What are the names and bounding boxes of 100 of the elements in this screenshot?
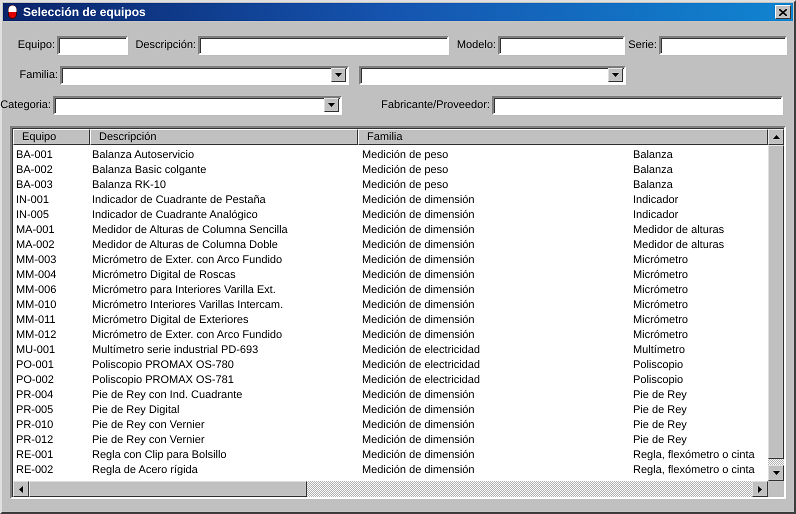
table-cell: Pie de Rey con Ind. Cuadrante [92,388,242,400]
table-cell: IN-001 [16,194,50,206]
dropdown-field[interactable] [53,96,342,114]
field-label: Descripción: [135,39,196,51]
table-cell: Poliscopio PROMAX OS-780 [92,358,234,370]
column-header[interactable]: Familia [358,129,768,145]
table-cell: Medición de dimensión [362,254,475,266]
table-cell: Micrómetro [633,268,688,280]
field-label: Familia: [19,69,58,81]
input-field[interactable] [492,96,783,114]
table-cell: Medición de dimensión [362,194,475,206]
table-cell: Regla de Acero rígida [92,464,198,476]
table-cell: MU-001 [16,344,56,356]
table-cell: MM-006 [16,284,56,296]
table-cell: Micrómetro para Interiores Varilla Ext. [92,284,276,296]
scrollbar-corner [768,481,784,497]
table-cell: Medidor de Alturas de Columna Sencilla [92,224,288,236]
table-cell: PO-001 [16,358,54,370]
table-cell: Regla, flexómetro o cinta [633,464,755,476]
table-cell: Medición de dimensión [362,314,475,326]
table-cell: Micrómetro de Exter. con Arco Fundido [92,328,282,340]
table-cell: Pie de Rey con Vernier [92,418,205,430]
table-cell: PR-005 [16,404,54,416]
table-cell: Medición de dimensión [362,464,475,476]
table-cell: Medición de dimensión [362,208,475,220]
field-label: Categoria: [0,99,51,111]
table-cell: Medición de electricidad [362,358,480,370]
table-cell: Medidor de alturas [633,238,724,250]
table-cell: Pie de Rey [633,388,687,400]
table-cell: Multímetro [633,344,685,356]
table-cell: Micrómetro [633,298,688,310]
table-cell: PO-002 [16,374,54,386]
scroll-thumb[interactable] [29,481,307,497]
input-field[interactable] [659,36,787,54]
table-cell: MM-003 [16,254,56,266]
table-cell: MM-012 [16,328,56,340]
table-cell: Medición de dimensión [362,328,475,340]
column-header[interactable]: Equipo [13,129,90,145]
table-cell: MM-010 [16,298,56,310]
table-cell: Medidor de alturas [633,224,724,236]
table-cell: Poliscopio [633,358,684,370]
table-cell: Balanza [633,178,673,190]
left-arrow-icon[interactable] [19,486,23,492]
input-field[interactable] [498,36,625,54]
horizontal-scrollbar[interactable] [12,481,768,497]
table-cell: IN-005 [16,208,50,220]
table-cell: Micrómetro [633,328,688,340]
table-cell: Multímetro serie industrial PD-693 [92,344,258,356]
window-title: Selección de equipos [23,5,147,19]
table-cell: BA-001 [16,148,53,160]
table-cell: Medición de dimensión [362,418,475,430]
table-cell: Medición de dimensión [362,448,475,460]
down-arrow-icon[interactable] [772,471,780,475]
table-cell: Pie de Rey [633,418,687,430]
table-cell: Medición de dimensión [362,268,475,280]
table-cell: Medición de dimensión [362,284,475,296]
table-cell: BA-002 [16,164,53,176]
table-cell: Micrómetro Interiores Varillas Intercam. [92,298,284,310]
field-label: Fabricante/Proveedor: [381,99,490,111]
table-cell: Balanza RK-10 [92,178,166,190]
table-cell: Medición de peso [362,148,448,160]
table-cell: MM-011 [16,314,56,326]
field-label: Equipo: [18,39,55,51]
table-cell: Balanza [633,148,673,160]
capsule-icon [8,5,17,19]
table-cell: RE-002 [16,464,54,476]
table-cell: Medición de dimensión [362,298,475,310]
table-cell: Micrómetro [633,254,688,266]
input-field[interactable] [198,36,449,54]
table-cell: Poliscopio [633,374,684,386]
table-cell: Medición de peso [362,164,448,176]
table-cell: Regla con Clip para Bolsillo [92,448,227,460]
table-cell: Medición de dimensión [362,434,475,446]
table-cell: Medición de dimensión [362,238,475,250]
table-cell: Micrómetro Digital de Roscas [92,268,236,280]
right-arrow-icon[interactable] [758,486,762,492]
table-cell: Pie de Rey con Vernier [92,434,205,446]
column-header[interactable]: Descripción [90,129,358,145]
table-cell: Micrómetro [633,284,688,296]
table-cell: Medición de electricidad [362,374,480,386]
table-cell: RE-001 [16,448,54,460]
table-cell: Micrómetro [633,314,688,326]
table-cell: PR-010 [16,418,54,430]
dropdown-field[interactable] [359,66,626,84]
dropdown-field[interactable] [60,66,349,84]
close-icon [779,8,787,16]
close-button[interactable] [775,5,791,19]
input-field[interactable] [57,36,128,54]
table-cell: Balanza Basic colgante [92,164,206,176]
table-cell: Indicador [633,194,678,206]
table-cell: Medición de dimensión [362,224,475,236]
table-cell: MA-001 [16,224,55,236]
scroll-track[interactable] [768,459,784,465]
table-cell: Indicador de Cuadrante de Pestaña [92,194,266,206]
table-cell: PR-004 [16,388,54,400]
up-arrow-icon[interactable] [772,135,780,139]
table-cell: MM-004 [16,268,56,280]
table-cell: Pie de Rey [633,434,687,446]
table-cell: Micrómetro de Exter. con Arco Fundido [92,254,282,266]
table-cell: MA-002 [16,238,55,250]
